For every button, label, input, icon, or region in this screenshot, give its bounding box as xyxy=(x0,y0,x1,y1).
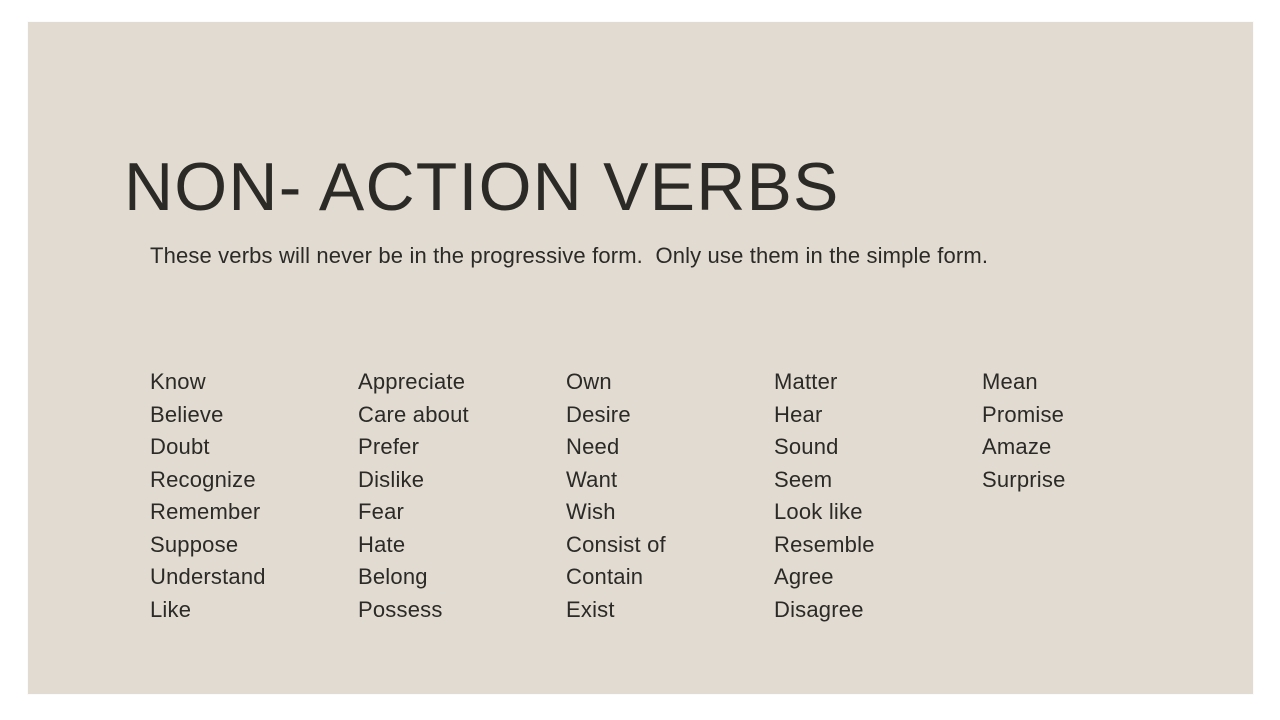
verb-item: Like xyxy=(150,596,192,622)
verb-item: Suppose xyxy=(150,531,239,557)
verb-item: Resemble xyxy=(774,531,875,557)
verb-item: Own xyxy=(566,369,612,394)
verb-item: Surprise xyxy=(982,466,1066,492)
verb-item: Matter xyxy=(774,369,838,394)
verb-item: Recognize xyxy=(150,466,256,492)
verb-item: Appreciate xyxy=(358,369,466,394)
verb-item: Dislike xyxy=(358,466,425,492)
verb-item: Contain xyxy=(566,564,644,589)
verb-item: Amaze xyxy=(982,434,1052,459)
verb-item: Hate xyxy=(358,531,406,557)
slide-root: NON- ACTION VERBS These verbs will never… xyxy=(0,0,1280,720)
slide-surface: NON- ACTION VERBS These verbs will never… xyxy=(28,22,1253,694)
verb-item: Desire xyxy=(566,401,631,427)
verb-item: Consist of xyxy=(566,531,666,557)
verb-item: Know xyxy=(150,369,206,394)
verb-item: Remember xyxy=(150,499,261,524)
verb-item: Want xyxy=(566,466,618,492)
verb-item: Care about xyxy=(358,401,469,427)
page-title: NON- ACTION VERBS xyxy=(124,148,840,225)
verb-item: Prefer xyxy=(358,434,420,459)
verb-item: Fear xyxy=(358,499,405,524)
verb-column: Know Believe Doubt Recognize Remember Suppose… xyxy=(150,366,358,626)
verb-item: Believe xyxy=(150,401,224,427)
verb-item: Belong xyxy=(358,564,428,589)
verb-column: Appreciate Care about Prefer Dislike Fear Hat… xyxy=(358,366,566,626)
verb-column: Mean Promise Amaze Surprise xyxy=(982,366,1190,496)
verb-column: Own Desire Need Want Wish Consist of Contain Ex… xyxy=(566,366,774,626)
verb-item: Promise xyxy=(982,401,1065,427)
verb-item: Seem xyxy=(774,466,833,492)
verb-item: Need xyxy=(566,434,620,459)
verb-item: Agree xyxy=(774,564,834,589)
verb-item: Disagree xyxy=(774,596,864,622)
verb-item: Look like xyxy=(774,499,863,524)
verb-item: Understand xyxy=(150,564,266,589)
verb-column: Matter Hear Sound Seem Look like Resemble Agre… xyxy=(774,366,982,626)
verb-list-container: Know Believe Doubt Recognize Remember Suppose… xyxy=(150,366,1210,626)
verb-item: Sound xyxy=(774,434,839,459)
verb-item: Hear xyxy=(774,401,823,427)
verb-item: Doubt xyxy=(150,434,210,459)
verb-item: Exist xyxy=(566,596,615,622)
slide-subtitle-text: These verbs will never be in the progres… xyxy=(150,243,989,268)
verb-item: Wish xyxy=(566,499,616,524)
verb-item: Mean xyxy=(982,369,1038,394)
verb-item: Possess xyxy=(358,596,443,622)
